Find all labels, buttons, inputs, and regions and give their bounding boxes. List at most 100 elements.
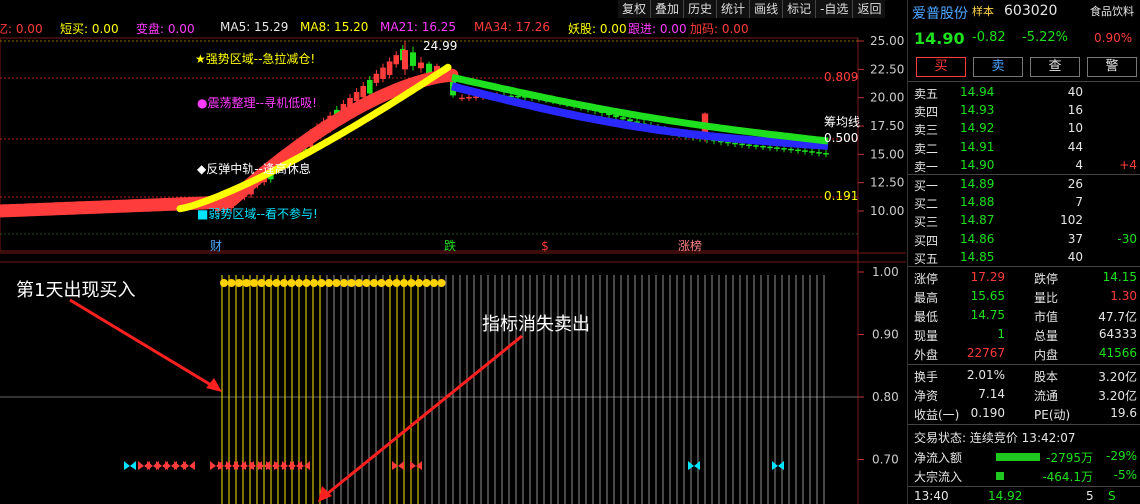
price-axis-label: 25.00 bbox=[870, 34, 904, 48]
signal-dot bbox=[272, 279, 281, 287]
action-button-2[interactable]: 查 bbox=[1030, 57, 1080, 77]
action-button-1[interactable]: 卖 bbox=[973, 57, 1023, 77]
candle-body bbox=[418, 62, 424, 69]
candle-body bbox=[795, 149, 801, 152]
stock-sector[interactable]: 食品饮料 bbox=[1090, 3, 1134, 19]
candle-body bbox=[767, 146, 773, 149]
stat-label: 市值 bbox=[1034, 310, 1059, 324]
fin-value: 2.01% bbox=[966, 368, 1005, 382]
current-price: 14.90 bbox=[914, 29, 965, 48]
candle-body bbox=[746, 144, 752, 146]
flow-bar bbox=[996, 453, 1040, 461]
book-volume: 26 bbox=[1067, 177, 1083, 191]
stat-value: 14.15 bbox=[1102, 270, 1137, 284]
candle bbox=[386, 57, 393, 79]
signal-dot bbox=[235, 279, 243, 287]
ratio-low-label: 0.191 bbox=[824, 189, 858, 203]
stats-row-0: 涨停 17.29 跌停 14.15 bbox=[908, 269, 1140, 287]
signal-dot bbox=[317, 279, 326, 287]
book-delta: -30 bbox=[1117, 231, 1137, 246]
finance-row-2: 收益(一) 0.190 PE(动) 19.6 bbox=[908, 405, 1140, 423]
stats-row-3: 现量 1 总量 64333 bbox=[908, 326, 1140, 344]
stat-label: 涨停 bbox=[914, 272, 939, 286]
ask-row-3[interactable]: 卖二 14.91 44 bbox=[908, 139, 1140, 157]
action-button-3[interactable]: 警 bbox=[1087, 57, 1137, 77]
butterfly-wing bbox=[410, 461, 422, 470]
stat-value: 17.29 bbox=[970, 270, 1005, 284]
kline-chart[interactable]: 25.00 22.50 20.00 17.50 15.00 12.50 10.00 ★强势区域… bbox=[0, 0, 906, 504]
candle bbox=[809, 147, 815, 156]
trade-status: 交易状态: 连续竞价 13:42:07 bbox=[914, 431, 1076, 445]
book-price: 14.93 bbox=[960, 103, 995, 118]
book-volume: 44 bbox=[1067, 139, 1083, 154]
event-marker: 财 bbox=[210, 239, 222, 253]
stat-label: 最高 bbox=[914, 291, 939, 305]
sector-change-pct: 0.90% bbox=[1094, 31, 1133, 45]
signal-dot bbox=[220, 279, 228, 287]
candle bbox=[823, 149, 829, 158]
zone-shock-label: ●震荡整理--寻机低吸! bbox=[197, 95, 317, 110]
ratio-mid-label: 0.500 bbox=[824, 131, 858, 145]
candle-body bbox=[373, 73, 380, 83]
signal-dot bbox=[377, 279, 386, 287]
book-price: 14.91 bbox=[960, 139, 995, 154]
signal-dot bbox=[332, 279, 341, 287]
price-axis-label: 17.50 bbox=[870, 119, 904, 133]
stat-label: 跌停 bbox=[1034, 272, 1059, 286]
bid-row-0[interactable]: 买一 14.89 26 bbox=[908, 176, 1140, 194]
candle-body bbox=[823, 153, 829, 155]
butterfly-icon bbox=[298, 461, 310, 470]
signal-dot bbox=[242, 279, 251, 287]
signal-dot bbox=[257, 279, 266, 287]
book-label: 买五 bbox=[914, 251, 939, 266]
stock-name[interactable]: 爱普股份 bbox=[912, 3, 968, 23]
book-volume: 7 bbox=[1075, 195, 1083, 210]
candle-body bbox=[410, 52, 416, 66]
candle-body bbox=[393, 55, 399, 65]
candle-body bbox=[402, 50, 408, 70]
signal-dot bbox=[295, 279, 303, 287]
candle bbox=[410, 46, 416, 71]
annotation-arrow-sell bbox=[321, 334, 523, 500]
candle bbox=[816, 148, 822, 157]
stat-value: 15.65 bbox=[970, 289, 1005, 303]
stat-label: 最低 bbox=[914, 310, 939, 324]
quote-panel: 爱普股份 样本 603020 食品饮料 14.90 -0.82 -5.22% 0… bbox=[907, 0, 1140, 504]
indicator-axis-label: 0.90 bbox=[872, 328, 899, 342]
book-label: 买四 bbox=[914, 233, 939, 248]
signal-dot bbox=[325, 279, 333, 287]
bid-row-2[interactable]: 买三 14.87 102 bbox=[908, 212, 1140, 230]
book-delta: +4 bbox=[1119, 157, 1137, 172]
book-price: 14.87 bbox=[960, 213, 995, 228]
signal-dot bbox=[310, 279, 318, 287]
price-axis-label: 15.00 bbox=[870, 147, 904, 161]
signal-dot bbox=[265, 279, 273, 287]
bid-row-3[interactable]: 买四 14.86 37 -30 bbox=[908, 231, 1140, 249]
book-label: 卖一 bbox=[914, 159, 939, 174]
signal-dot bbox=[437, 279, 446, 287]
bid-row-1[interactable]: 买二 14.88 7 bbox=[908, 194, 1140, 212]
action-button-0[interactable]: 买 bbox=[916, 57, 966, 77]
signal-dot bbox=[347, 279, 356, 287]
candle-body bbox=[380, 67, 386, 79]
candle-body bbox=[816, 152, 822, 154]
bid-row-4[interactable]: 买五 14.85 40 bbox=[908, 249, 1140, 267]
candle-body bbox=[732, 142, 738, 145]
ask-row-1[interactable]: 卖四 14.93 16 bbox=[908, 102, 1140, 120]
flow-pct: -5% bbox=[1113, 468, 1137, 482]
indicator-axis-label: 0.80 bbox=[872, 390, 899, 404]
signal-dot bbox=[250, 279, 258, 287]
book-label: 卖三 bbox=[914, 123, 939, 138]
ask-row-4[interactable]: 卖一 14.90 4 +4 bbox=[908, 157, 1140, 175]
butterfly-icon bbox=[392, 461, 404, 470]
book-price: 14.88 bbox=[960, 195, 995, 210]
signal-dot bbox=[340, 279, 348, 287]
fin-value: 7.14 bbox=[978, 387, 1005, 401]
candle bbox=[373, 69, 380, 87]
stock-code: 603020 bbox=[1004, 3, 1058, 19]
ask-row-0[interactable]: 卖五 14.94 40 bbox=[908, 84, 1140, 102]
kline-chart-area[interactable]: 亿: 0.00 短买: 0.00 变盘: 0.00 MA5: 15.29 MA8: 15… bbox=[0, 0, 906, 504]
ask-row-2[interactable]: 卖三 14.92 10 bbox=[908, 120, 1140, 138]
book-label: 卖四 bbox=[914, 105, 939, 120]
candle bbox=[418, 56, 424, 73]
